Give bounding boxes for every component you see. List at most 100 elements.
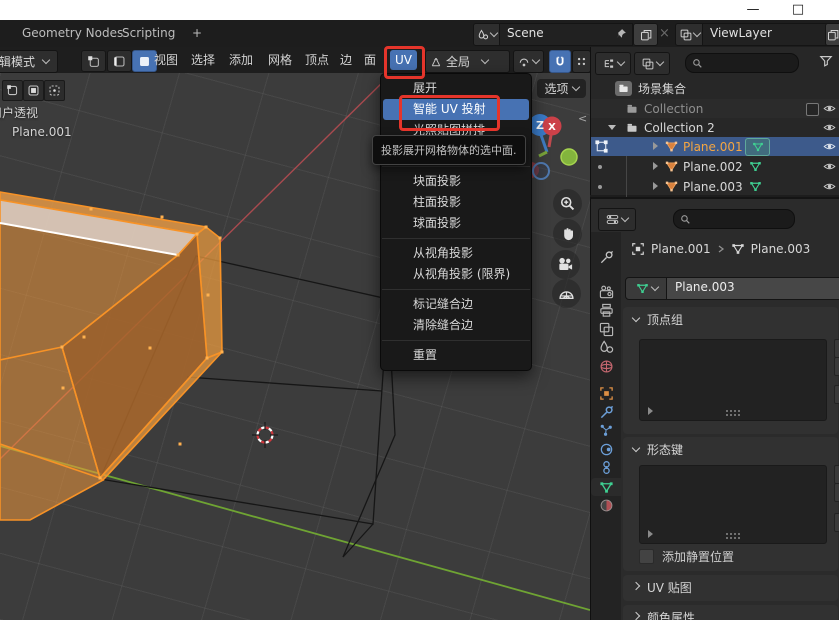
- vertex-group-specials-button[interactable]: [834, 385, 839, 404]
- list-filter-arrow-icon[interactable]: [648, 530, 653, 538]
- new-scene-button[interactable]: [633, 23, 658, 46]
- menu-face[interactable]: 面: [360, 47, 380, 73]
- menu-vertex[interactable]: 顶点: [301, 47, 333, 73]
- tweak-select-button[interactable]: [2, 80, 23, 101]
- properties-tab-object-data[interactable]: [591, 478, 621, 496]
- color-attributes-panel-header[interactable]: 颜色属性: [623, 605, 838, 620]
- eye-icon[interactable]: [823, 140, 836, 153]
- menu-item-sphere-projection[interactable]: 球面投影: [381, 213, 531, 234]
- menu-view[interactable]: 视图: [150, 47, 182, 73]
- snap-target-dropdown[interactable]: [513, 50, 544, 73]
- outliner-row-plane-001[interactable]: Plane.001: [591, 137, 839, 156]
- gizmo-neg-z-ball[interactable]: [533, 163, 549, 179]
- menu-item-smart-uv-project[interactable]: 智能 UV 投射: [383, 99, 529, 120]
- properties-tab-physics[interactable]: [591, 440, 621, 458]
- list-filter-arrow-icon[interactable]: [648, 407, 653, 415]
- collection-enable-checkbox[interactable]: [806, 103, 819, 116]
- properties-tab-tool[interactable]: [591, 248, 621, 266]
- circle-select-button[interactable]: [44, 80, 65, 101]
- unlink-scene-button[interactable]: ×: [659, 23, 670, 44]
- expand-arrow-icon[interactable]: [653, 182, 658, 190]
- properties-tab-view-layer[interactable]: [591, 320, 621, 338]
- eye-icon[interactable]: [823, 121, 836, 134]
- menu-item-mark-seam[interactable]: 标记缝合边: [381, 294, 531, 315]
- properties-tab-world[interactable]: [591, 357, 621, 375]
- outliner-row-plane-003[interactable]: Plane.003: [591, 177, 839, 196]
- add-shape-key-button[interactable]: [834, 465, 839, 484]
- outliner-filter-funnel-button[interactable]: [819, 54, 833, 68]
- toggle-perspective-button[interactable]: [552, 279, 581, 308]
- edge-select-mode-button[interactable]: [107, 50, 132, 72]
- outliner-row-collection[interactable]: Collection: [591, 99, 839, 118]
- menu-edge[interactable]: 边: [336, 47, 356, 73]
- menu-uv[interactable]: UV: [390, 50, 417, 70]
- outliner-filter-dropdown[interactable]: [634, 52, 670, 75]
- vertex-groups-panel-header[interactable]: 顶点组: [623, 307, 838, 332]
- remove-shape-key-button[interactable]: [834, 483, 839, 502]
- menu-mesh[interactable]: 网格: [264, 47, 296, 73]
- properties-tab-object[interactable]: [591, 384, 621, 402]
- add-rest-position-checkbox[interactable]: [639, 549, 654, 564]
- menu-item-clear-seam[interactable]: 清除缝合边: [381, 315, 531, 336]
- properties-tab-output[interactable]: [591, 301, 621, 319]
- workspace-tab-geometry-nodes[interactable]: Geometry Nodes: [18, 20, 127, 47]
- add-workspace-button[interactable]: +: [188, 20, 206, 47]
- eye-icon[interactable]: [823, 102, 836, 115]
- menu-select[interactable]: 选择: [187, 47, 219, 73]
- add-vertex-group-button[interactable]: [834, 339, 839, 358]
- breadcrumb-object[interactable]: Plane.001: [651, 242, 711, 256]
- eye-icon[interactable]: [823, 160, 836, 173]
- shape-key-specials-button[interactable]: [834, 513, 839, 532]
- camera-view-button[interactable]: [551, 250, 580, 279]
- uv-maps-panel-header[interactable]: UV 贴图: [623, 575, 838, 600]
- expand-arrow-icon[interactable]: [653, 142, 658, 150]
- list-resize-grip[interactable]: [725, 409, 741, 416]
- vertex-select-mode-button[interactable]: [81, 50, 106, 72]
- properties-search-input[interactable]: [673, 209, 795, 229]
- outliner-row-plane-002[interactable]: Plane.002: [591, 157, 839, 176]
- viewlayer-name-field[interactable]: ViewLayer: [702, 23, 831, 46]
- properties-tab-render[interactable]: [591, 283, 621, 301]
- properties-tab-material[interactable]: [591, 496, 621, 514]
- menu-item-cylinder-projection[interactable]: 柱面投影: [381, 192, 531, 213]
- mesh-name-field[interactable]: Plane.003: [666, 277, 839, 300]
- proportional-editing-button[interactable]: [572, 50, 591, 73]
- zoom-view-button[interactable]: [553, 189, 582, 218]
- options-button[interactable]: 选项: [537, 79, 586, 98]
- outliner-display-mode-dropdown[interactable]: [595, 52, 631, 75]
- mode-dropdown[interactable]: 辑模式: [0, 50, 58, 73]
- snap-toggle-magnet[interactable]: [549, 50, 571, 73]
- outliner-search-input[interactable]: [685, 53, 799, 73]
- scene-name-field[interactable]: Scene: [499, 23, 633, 46]
- edit-mesh-object[interactable]: [0, 192, 222, 520]
- menu-item-project-from-view[interactable]: 从视角投影: [381, 243, 531, 264]
- mesh-data-browse-button[interactable]: [625, 277, 668, 300]
- expand-arrow-icon[interactable]: [608, 125, 616, 130]
- workspace-tab-scripting[interactable]: Scripting: [118, 20, 179, 47]
- menu-item-reset[interactable]: 重置: [381, 345, 531, 366]
- add-viewlayer-button[interactable]: [825, 23, 839, 46]
- shape-keys-panel-header[interactable]: 形态键: [623, 437, 838, 462]
- eye-icon[interactable]: [823, 180, 836, 193]
- expand-arrow-icon[interactable]: [653, 162, 658, 170]
- shape-keys-list[interactable]: [639, 465, 827, 544]
- menu-add[interactable]: 添加: [225, 47, 257, 73]
- list-resize-grip[interactable]: [725, 532, 741, 539]
- properties-tab-scene[interactable]: [591, 338, 621, 356]
- properties-tab-modifiers[interactable]: [591, 403, 621, 421]
- maximize-button[interactable]: □: [783, 0, 813, 20]
- properties-tab-constraints[interactable]: [591, 458, 621, 476]
- outliner-row-collection-2[interactable]: Collection 2: [591, 118, 839, 137]
- menu-item-cube-projection[interactable]: 块面投影: [381, 171, 531, 192]
- breadcrumb-data[interactable]: Plane.003: [751, 242, 811, 256]
- sidebar-toggle-arrow[interactable]: <: [578, 112, 587, 125]
- box-select-button[interactable]: [23, 80, 44, 101]
- pin-icon[interactable]: [615, 28, 627, 40]
- vertex-groups-list[interactable]: [639, 339, 827, 421]
- viewlayer-browse-button[interactable]: [675, 23, 704, 46]
- scene-browse-button[interactable]: [473, 23, 501, 46]
- menu-item-project-from-view-bounds[interactable]: 从视角投影 (限界): [381, 264, 531, 285]
- remove-vertex-group-button[interactable]: [834, 357, 839, 376]
- outliner-row-scene-collection[interactable]: 场景集合: [591, 79, 839, 98]
- minimize-button[interactable]: —: [738, 0, 768, 20]
